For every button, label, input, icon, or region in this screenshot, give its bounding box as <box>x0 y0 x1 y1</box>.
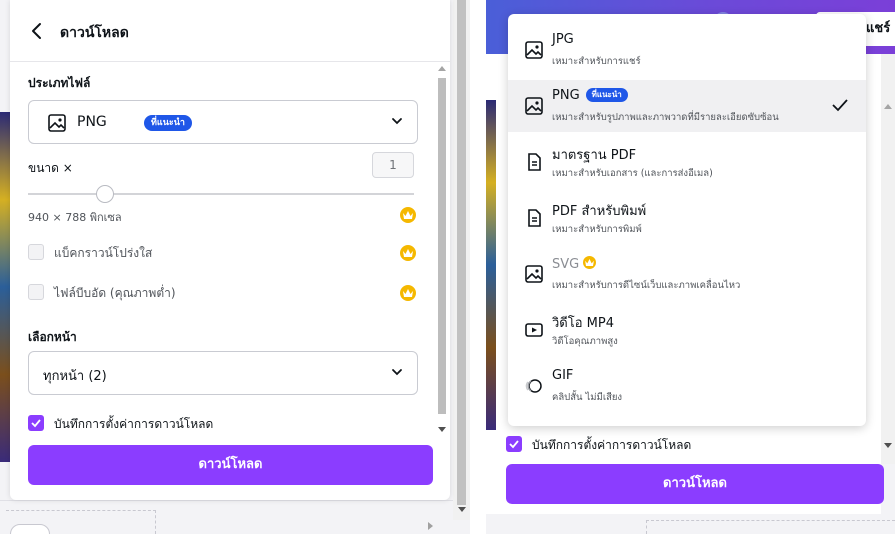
panel-scrollbar-thumb[interactable] <box>438 78 446 414</box>
scroll-down-arrow[interactable] <box>458 507 466 512</box>
file-type-value: PNG <box>77 114 107 130</box>
download-panel: ดาวน์โหลด ประเภทไฟล์ PNG ที่แนะนำ ขนาด ×… <box>10 0 450 500</box>
option-name: GIF <box>552 368 574 383</box>
download-button[interactable]: ดาวน์โหลด <box>506 464 884 504</box>
panel-title: ดาวน์โหลด <box>60 25 129 41</box>
size-slider-track[interactable] <box>28 193 414 195</box>
option-name: PDF สำหรับพิมพ์ <box>552 204 647 219</box>
crown-icon <box>400 207 416 223</box>
option-desc: คลิปสั้น ไม่มีเสียง <box>552 392 623 403</box>
scroll-down-arrow[interactable] <box>438 427 446 432</box>
size-input[interactable]: 1 <box>372 152 414 178</box>
transparent-bg-checkbox[interactable] <box>28 244 44 260</box>
left-screen: ดาวน์โหลด ประเภทไฟล์ PNG ที่แนะนำ ขนาด ×… <box>0 0 470 534</box>
pages-select[interactable]: ทุกหน้า (2) <box>28 351 418 395</box>
page-outline <box>646 520 895 534</box>
download-button[interactable]: ดาวน์โหลด <box>28 445 433 485</box>
crown-icon <box>583 256 597 269</box>
option-png[interactable]: PNG ที่แนะนำ เหมาะสำหรับรูปภาพและภาพวาดที… <box>508 80 866 132</box>
panel-scrollbar[interactable] <box>881 54 895 464</box>
option-desc: เหมาะสำหรับเอกสาร (และการส่งอีเมล) <box>552 168 713 179</box>
checkmark-icon <box>832 99 848 112</box>
scroll-down-arrow[interactable] <box>884 443 892 448</box>
recommended-badge: ที่แนะนำ <box>585 88 628 102</box>
option-name: วิดีโอ MP4 <box>552 316 614 331</box>
pages-value: ทุกหน้า (2) <box>43 369 107 384</box>
save-settings-checkbox[interactable] <box>506 436 522 452</box>
file-type-select[interactable]: PNG ที่แนะนำ <box>28 100 418 144</box>
file-type-dropdown: JPG เหมาะสำหรับการแชร์ PNG ที่แนะนำ เหมาะ… <box>508 14 866 426</box>
design-canvas-edge <box>486 100 496 430</box>
document-icon <box>528 209 541 227</box>
recommended-badge: ที่แนะนำ <box>144 115 192 131</box>
option-desc: เหมาะสำหรับการแชร์ <box>552 56 641 67</box>
check-icon <box>509 440 519 449</box>
check-icon <box>31 419 41 428</box>
save-settings-label: บันทึกการตั้งค่าการดาวน์โหลด <box>532 438 692 452</box>
option-desc: เหมาะสำหรับรูปภาพและภาพวาดที่มีรายละเอีย… <box>552 112 779 123</box>
option-name: JPG <box>552 32 574 47</box>
scroll-up-arrow[interactable] <box>438 66 446 71</box>
save-settings-label: บันทึกการตั้งค่าการดาวน์โหลด <box>54 417 214 431</box>
download-options: ประเภทไฟล์ PNG ที่แนะนำ ขนาด × 1 940 × 7… <box>10 62 450 442</box>
option-pdf-standard[interactable]: มาตรฐาน PDF เหมาะสำหรับเอกสาร (และการส่ง… <box>508 136 866 188</box>
option-name: SVG <box>552 257 580 272</box>
image-icon <box>525 265 543 283</box>
option-name: มาตรฐาน PDF <box>552 148 637 163</box>
chevron-down-icon <box>392 369 402 376</box>
chevron-down-icon <box>392 118 402 125</box>
download-panel-header: ดาวน์โหลด <box>10 0 450 62</box>
option-jpg[interactable]: JPG เหมาะสำหรับการแชร์ <box>508 24 866 76</box>
screenshot-root: ดาวน์โหลด ประเภทไฟล์ PNG ที่แนะนำ ขนาด ×… <box>0 0 895 534</box>
compressed-label: ไฟล์บีบอัด (คุณภาพต่ำ) <box>54 286 176 300</box>
crown-icon <box>400 245 416 261</box>
option-pdf-print[interactable]: PDF สำหรับพิมพ์ เหมาะสำหรับการพิมพ์ <box>508 192 866 244</box>
dimensions-text: 940 × 788 พิกเซล <box>28 211 122 224</box>
file-type-label: ประเภทไฟล์ <box>28 76 91 90</box>
design-canvas-edge <box>0 112 10 462</box>
outer-scrollbar-thumb[interactable] <box>457 0 466 505</box>
document-icon <box>528 153 541 171</box>
image-icon <box>48 114 66 132</box>
option-name-wrap: SVG <box>552 256 597 272</box>
option-mp4[interactable]: วิดีโอ MP4 วิดีโอคุณภาพสูง <box>508 304 866 356</box>
option-gif[interactable]: GIF คลิปสั้น ไม่มีเสียง <box>508 360 866 412</box>
select-pages-label: เลือกหน้า <box>28 330 77 344</box>
size-label: ขนาด × <box>28 161 73 175</box>
transparent-bg-label: แบ็คกราวน์โปร่งใส <box>54 246 153 260</box>
option-desc: เหมาะสำหรับการพิมพ์ <box>552 224 642 235</box>
size-slider-thumb[interactable] <box>96 185 115 203</box>
page-tab[interactable] <box>10 524 50 534</box>
option-desc: วิดีโอคุณภาพสูง <box>552 336 618 347</box>
chevron-left-icon[interactable] <box>30 22 44 40</box>
crown-icon <box>400 285 416 301</box>
gif-icon <box>525 379 542 393</box>
compressed-checkbox[interactable] <box>28 284 44 300</box>
video-icon <box>525 323 543 337</box>
option-desc: เหมาะสำหรับการดีไซน์เว็บและภาพเคลื่อนไหว <box>552 280 741 291</box>
outer-scrollbar[interactable] <box>453 0 470 520</box>
right-screen: แชร์ บันทึกการตั้งค่าการดาวน์โหลด ดาวน์โ… <box>486 0 895 534</box>
image-icon <box>525 41 543 59</box>
panel-scrollbar[interactable] <box>435 62 449 438</box>
option-name: PNG <box>552 88 580 103</box>
option-name-wrap: PNG ที่แนะนำ <box>552 88 628 103</box>
image-icon <box>525 97 543 115</box>
save-settings-checkbox[interactable] <box>28 415 44 431</box>
option-svg[interactable]: SVG เหมาะสำหรับการดีไซน์เว็บและภาพเคลื่อ… <box>508 248 866 300</box>
scroll-right-arrow[interactable] <box>428 522 433 530</box>
scroll-up-arrow[interactable] <box>884 104 892 109</box>
